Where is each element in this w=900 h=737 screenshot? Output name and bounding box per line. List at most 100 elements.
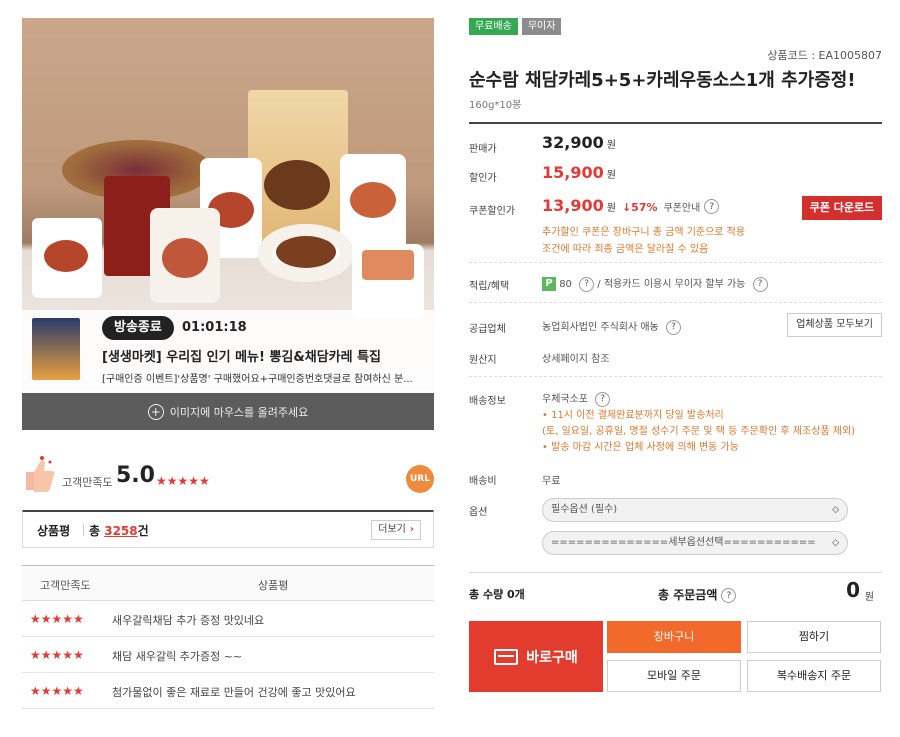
product-page: 방송종료 01:01:18 [생생마켓] 우리집 인기 메뉴! 뽕김&채담카레 … (0, 0, 900, 737)
review-count[interactable]: 3258 (104, 524, 137, 538)
total-quantity: 총 수량 0개 (469, 588, 525, 601)
divider (83, 524, 84, 536)
url-share-button[interactable]: URL (406, 465, 434, 493)
review-header: 상품평 총 3258건 더보기 › (22, 510, 434, 548)
product-subtitle: 160g*10봉 (469, 100, 522, 111)
help-icon[interactable]: ? (752, 276, 768, 292)
coupon-price: 13,900 원 ↓57% 쿠폰안내? (542, 196, 720, 215)
help-icon[interactable]: ? (579, 276, 595, 292)
seller-products-button[interactable]: 업체상품 모두보기 (787, 313, 882, 337)
plus-circle-icon: + (147, 403, 164, 420)
card-benefit-text: 적용카드 이용시 무이자 할부 가능 (603, 279, 746, 290)
curry-package-left (32, 218, 102, 298)
row-text[interactable]: 새우갈릭채담 추가 증정 맛있네요 (112, 612, 264, 628)
original-price: 32,900 원 (542, 133, 616, 152)
slash: / (597, 279, 601, 290)
select-value: ==============세부옵션선택=========== (551, 537, 816, 548)
curry-pouch (150, 208, 220, 303)
col-review: 상품평 (258, 579, 289, 592)
origin-label: 원산지 (469, 355, 497, 366)
total-amount-label-text: 총 주문금액 (658, 588, 718, 602)
help-icon[interactable]: ? (721, 588, 737, 603)
table-row[interactable]: ★★★★★ 첨가물없이 좋은 재료로 만들어 건강에 좋고 맛있어요 (22, 673, 434, 709)
curry-package-right (340, 154, 406, 254)
coupon-info-link[interactable]: 쿠폰안내 (664, 203, 701, 214)
buy-now-button[interactable]: 바로구매 (469, 621, 603, 692)
buy-now-label: 바로구매 (526, 649, 578, 666)
option-label: 옵션 (469, 507, 488, 518)
seller-value: 농업회사법인 주식회사 애농 ? (542, 318, 681, 335)
live-broadcast-card[interactable]: 방송종료 01:01:18 [생생마켓] 우리집 인기 메뉴! 뽕김&채담카레 … (22, 310, 434, 393)
sale-price-value: 15,900 (542, 163, 604, 182)
add-to-cart-button[interactable]: 장바구니 (607, 621, 741, 653)
shrimp-garlic-curry-package (352, 244, 424, 318)
row-stars: ★★★★★ (30, 612, 84, 626)
table-row[interactable]: ★★★★★ 채담 새우갈릭 추가증정 ~~ (22, 637, 434, 673)
review-count-suffix: 건 (137, 524, 149, 538)
points-icon: P (542, 277, 556, 291)
coupon-note-line: 조건에 따라 최종 금액은 달라질 수 있음 (542, 244, 709, 255)
divider (469, 302, 882, 303)
seller-label: 공급업체 (469, 324, 506, 335)
multi-address-order-button[interactable]: 복수배송지 주문 (747, 660, 881, 692)
live-thumbnail (32, 318, 80, 380)
image-hint-text: 이미지에 마우스를 올려주세요 (169, 405, 309, 419)
divider (469, 262, 882, 263)
help-icon[interactable]: ? (704, 199, 720, 214)
card-icon (494, 648, 519, 665)
currency-won: 원 (606, 140, 616, 151)
udon-bowl (258, 224, 354, 282)
coupon-note-line: 추가할인 쿠폰은 장바구니 총 금액 기준으로 적용 (542, 227, 746, 238)
required-option-select[interactable]: 필수옵션 (필수) ◇ (542, 498, 848, 522)
wishlist-button[interactable]: 찜하기 (747, 621, 881, 653)
currency-won: 원 (864, 592, 874, 603)
mobile-order-button[interactable]: 모바일 주문 (607, 660, 741, 692)
table-row[interactable]: ★★★★★ 새우갈릭채담 추가 증정 맛있네요 (22, 601, 434, 637)
row-text[interactable]: 첨가물없이 좋은 재료로 만들어 건강에 좋고 맛있어요 (112, 684, 356, 700)
coupon-download-button[interactable]: 쿠폰 다운로드 (802, 196, 882, 220)
currency-won: 원 (606, 203, 616, 214)
product-image[interactable]: 방송종료 01:01:18 [생생마켓] 우리집 인기 메뉴! 뽕김&채담카레 … (22, 18, 434, 393)
coupon-price-value: 13,900 (542, 196, 604, 215)
benefit-value: P 80 ? / 적용카드 이용시 무이자 할부 가능 ? (542, 275, 768, 292)
shipping-note-line: (토, 일요일, 공휴일, 명절 성수기 주문 및 택 등 주문확인 후 제조상… (542, 426, 856, 437)
curry-udon-sauce-package (248, 90, 348, 240)
free-shipping-badge: 무료배송 (469, 18, 518, 35)
shipping-label: 배송정보 (469, 396, 506, 407)
review-table: 고객만족도 상품평 ★★★★★ 새우갈릭채담 추가 증정 맛있네요 ★★★★★ … (22, 565, 434, 709)
divider (469, 122, 882, 124)
origin-value: 상세페이지 참조 (542, 354, 610, 365)
review-total-prefix: 총 (89, 524, 101, 538)
row-stars: ★★★★★ (30, 648, 84, 662)
image-zoom-hint[interactable]: + 이미지에 마우스를 올려주세요 (22, 393, 434, 430)
live-timer: 01:01:18 (182, 320, 247, 335)
satisfaction-label: 고객만족도 (62, 476, 113, 489)
detail-option-select[interactable]: ==============세부옵션선택=========== ◇ (542, 531, 848, 555)
more-reviews-button[interactable]: 더보기 › (371, 520, 421, 540)
no-interest-badge: 무이자 (521, 18, 562, 35)
shipping-method: 우체국소포 ? (542, 390, 611, 407)
live-subtitle: [구매인증 이벤트]'상품명' 구매했어요+구매인증번호댓글로 참여하신 분..… (102, 374, 413, 385)
select-value: 필수옵션 (필수) (551, 504, 618, 515)
points-value: 80 (559, 279, 572, 290)
product-code: 상품코드 : EA1005807 (767, 49, 882, 62)
shipping-fee-value: 무료 (542, 476, 561, 487)
more-label: 더보기 (378, 524, 406, 535)
total-amount-label: 총 주문금액? (658, 586, 737, 603)
chevron-updown-icon: ◇ (832, 505, 839, 515)
satisfaction-score: 5.0 (116, 463, 155, 488)
shipping-fee-label: 배송비 (469, 476, 497, 487)
chevron-updown-icon: ◇ (832, 538, 839, 548)
coupon-note: 추가할인 쿠폰은 장바구니 총 금액 기준으로 적용 조건에 따라 최종 금액은… (542, 224, 772, 258)
sale-price: 15,900 원 (542, 163, 616, 182)
product-title: 순수람 채담카레5+5+카레우동소스1개 추가증정! (469, 70, 856, 91)
help-icon[interactable]: ? (665, 319, 681, 335)
live-status-badge: 방송종료 (102, 316, 174, 340)
chevron-right-icon: › (409, 524, 414, 535)
discount-percent: ↓57% (621, 201, 658, 214)
total-amount: 0 (846, 578, 860, 602)
row-text[interactable]: 채담 새우갈릭 추가증정 ~~ (112, 648, 242, 664)
badge-group: 무료배송 무이자 (469, 18, 562, 35)
divider (469, 376, 882, 377)
help-icon[interactable]: ? (595, 391, 611, 407)
